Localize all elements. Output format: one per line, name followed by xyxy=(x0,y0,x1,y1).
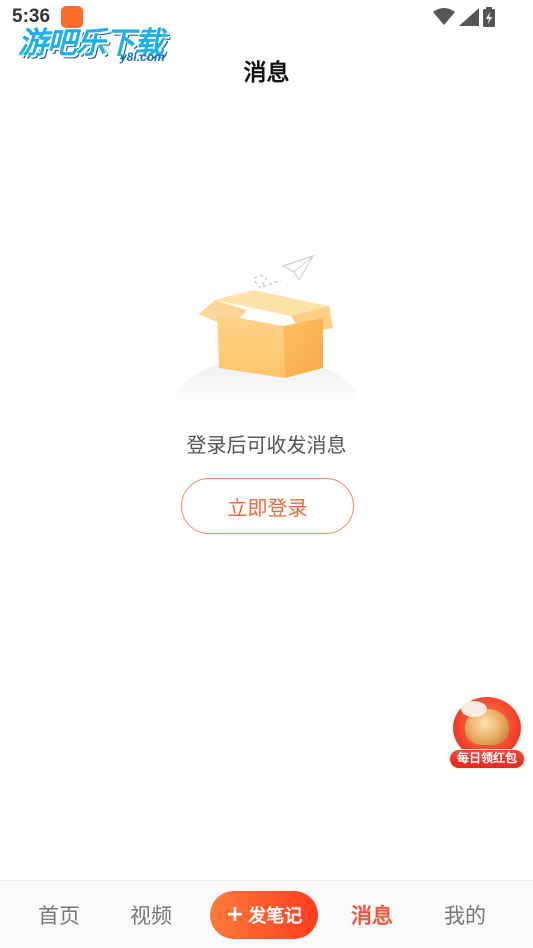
cream-icon xyxy=(461,701,487,717)
cellular-signal-icon xyxy=(459,8,479,26)
daily-red-packet-button[interactable]: 每日领红包 xyxy=(449,697,525,771)
post-note-button[interactable]: + 发笔记 xyxy=(210,891,318,939)
login-button[interactable]: 立即登录 xyxy=(181,478,354,534)
battery-charging-icon xyxy=(483,7,495,27)
tab-messages[interactable]: 消息 xyxy=(351,900,393,930)
tab-video[interactable]: 视频 xyxy=(130,900,172,930)
tab-mine[interactable]: 我的 xyxy=(444,900,486,930)
page-title: 消息 xyxy=(243,60,290,86)
wifi-icon xyxy=(433,8,455,25)
status-icons xyxy=(433,6,495,28)
empty-state-message: 登录后可收发消息 xyxy=(186,433,347,457)
tab-home[interactable]: 首页 xyxy=(38,900,80,930)
plus-icon: + xyxy=(225,902,245,927)
post-note-label: 发笔记 xyxy=(248,906,303,927)
empty-box-illustration xyxy=(171,254,363,408)
bottom-tab-bar: 首页 视频 + 发笔记 消息 我的 xyxy=(0,880,533,948)
red-packet-label: 每日领红包 xyxy=(449,749,525,769)
